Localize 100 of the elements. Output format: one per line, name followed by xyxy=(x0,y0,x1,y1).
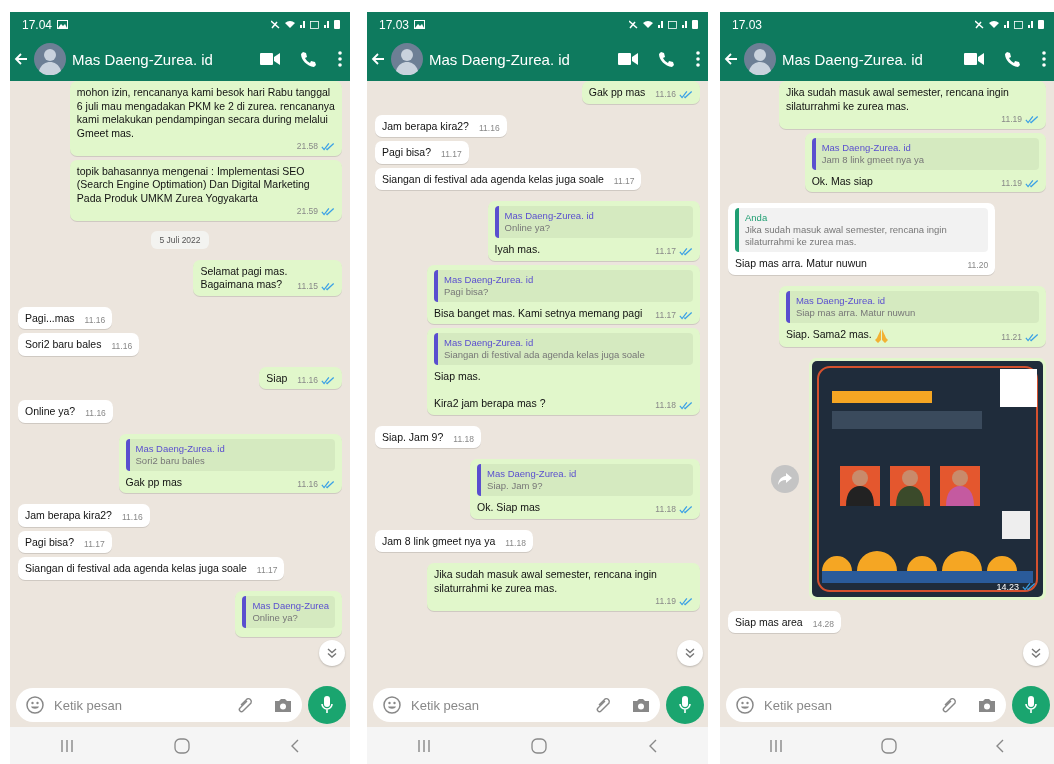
message-time: 11.16 xyxy=(655,88,676,101)
menu-icon[interactable] xyxy=(338,51,342,67)
message-time: 14.28 xyxy=(812,617,834,631)
phone-call-icon[interactable] xyxy=(300,51,316,67)
microphone-button[interactable] xyxy=(308,686,346,724)
quoted-message[interactable]: Mas Daeng-Zurea. id Sori2 baru bales xyxy=(125,438,335,471)
quoted-message[interactable]: Mas Daeng-Zurea. id Siap mas arra. Matur nuwun xyxy=(785,290,1039,323)
back-arrow-icon[interactable] xyxy=(724,52,738,66)
message-input[interactable]: Ketik pesan xyxy=(373,688,660,722)
battery-icon xyxy=(334,20,340,29)
wifi-icon xyxy=(285,21,295,28)
message-input[interactable]: Ketik pesan xyxy=(16,688,302,722)
message-text: Jam berapa kira2? xyxy=(382,119,469,133)
message-text: Siap mas. Kira2 jam berapa mas ? xyxy=(434,370,546,411)
avatar[interactable] xyxy=(34,43,66,75)
emoji-icon[interactable] xyxy=(736,696,754,714)
home-icon[interactable] xyxy=(881,737,897,754)
back-arrow-icon[interactable] xyxy=(14,52,28,66)
quoted-message[interactable]: Mas Daeng-Zurea. id Online ya? xyxy=(494,206,693,238)
wifi-icon xyxy=(643,21,653,28)
status-time: 17.03 xyxy=(379,17,410,32)
message-time: 11.17 xyxy=(655,245,676,258)
message-time: 11.18 xyxy=(505,536,526,550)
quoted-text: Jika sudah masuk awal semester, rencana ingin silaturrahmi ke zurea mas. xyxy=(745,224,948,248)
video-call-icon[interactable] xyxy=(964,53,984,65)
quoted-message[interactable]: Mas Daeng-Zurea. id Siap. Jam 9? xyxy=(477,464,693,496)
back-arrow-icon[interactable] xyxy=(371,52,385,66)
quoted-sender: Anda xyxy=(745,212,769,224)
emoji-icon[interactable] xyxy=(26,696,44,714)
quoted-text: Siangan di festival ada agenda kelas juga soale xyxy=(444,349,645,361)
paperclip-icon[interactable] xyxy=(940,696,958,714)
scroll-down-button[interactable] xyxy=(677,640,703,666)
contact-name[interactable]: Mas Daeng-Zurea. id xyxy=(429,50,612,68)
back-icon[interactable] xyxy=(290,738,300,753)
quoted-message[interactable]: Mas Daeng-Zurea. id Siangan di festival ada agenda kelas juga soale xyxy=(434,333,693,365)
emoji-icon[interactable] xyxy=(383,696,401,714)
signal-icon xyxy=(682,21,687,28)
message-time: 11.19 xyxy=(1001,176,1022,190)
message-time: 11.16 xyxy=(121,511,143,524)
message-text: Siap xyxy=(266,371,288,385)
message-time: 11.17 xyxy=(84,537,105,551)
recent-apps-icon[interactable] xyxy=(769,738,783,753)
message-time: 11.15 xyxy=(297,280,318,293)
scroll-down-button[interactable] xyxy=(319,640,345,666)
quoted-text: Siap. Jam 9? xyxy=(487,480,544,492)
camera-icon[interactable] xyxy=(632,697,650,713)
microphone-button[interactable] xyxy=(666,686,704,724)
back-icon[interactable] xyxy=(995,738,1005,753)
video-call-icon[interactable] xyxy=(618,53,638,65)
phone-call-icon[interactable] xyxy=(1004,51,1020,67)
quoted-text: Siap mas arra. Matur nuwun xyxy=(795,306,916,319)
microphone-button[interactable] xyxy=(1012,686,1050,724)
recent-apps-icon[interactable] xyxy=(60,738,74,753)
quoted-sender: Mas Daeng-Zurea. id xyxy=(135,442,225,455)
network-type-icon xyxy=(668,20,677,29)
message-time: 11.16 xyxy=(297,373,318,387)
menu-icon[interactable] xyxy=(696,51,700,67)
menu-icon[interactable] xyxy=(1042,51,1046,67)
paperclip-icon[interactable] xyxy=(594,696,612,714)
camera-icon[interactable] xyxy=(274,697,292,713)
message-time: 11.18 xyxy=(655,399,676,412)
quoted-message[interactable]: Mas Daeng-Zurea. id Jam 8 link gmeet nya ya xyxy=(811,137,1039,170)
contact-name[interactable]: Mas Daeng-Zurea. id xyxy=(72,50,254,68)
back-icon[interactable] xyxy=(647,738,658,753)
recent-apps-icon[interactable] xyxy=(417,738,432,753)
camera-icon[interactable] xyxy=(978,697,996,713)
home-icon[interactable] xyxy=(531,737,548,754)
chevrons-down-icon xyxy=(1030,647,1042,659)
share-arrow-icon xyxy=(778,472,792,485)
message-input[interactable]: Ketik pesan xyxy=(726,688,1006,722)
quoted-text: Sori2 baru bales xyxy=(135,454,206,467)
scroll-down-button[interactable] xyxy=(1023,640,1049,666)
message-time: 11.18 xyxy=(453,432,474,446)
quoted-text: Online ya? xyxy=(252,611,299,624)
quoted-sender: Mas Daeng-Zurea. id xyxy=(444,337,535,349)
message-time: 11.21 xyxy=(1001,331,1022,344)
message-text: Siap mas arra. Matur nuwun xyxy=(735,257,867,271)
signal-icon xyxy=(1028,21,1033,28)
message-text: Pagi...mas xyxy=(25,311,75,325)
avatar[interactable] xyxy=(391,43,423,75)
status-time: 17.03 xyxy=(732,17,763,32)
signal-icon xyxy=(1004,21,1009,28)
quoted-message[interactable]: Mas Daeng-Zurea. id Pagi bisa? xyxy=(434,269,693,302)
quoted-message[interactable]: Anda Jika sudah masuk awal semester, rencana ingin silaturrahmi ke zurea mas. xyxy=(735,208,989,252)
paperclip-icon[interactable] xyxy=(236,696,254,714)
video-call-icon[interactable] xyxy=(260,53,280,65)
message-text: Jika sudah masuk awal semester, rencana ingin silaturrahmi ke zurea mas. xyxy=(785,86,1010,113)
phone-call-icon[interactable] xyxy=(658,51,674,67)
quoted-sender: Mas Daeng-Zurea. id xyxy=(795,294,887,307)
avatar[interactable] xyxy=(744,43,776,75)
mute-icon xyxy=(629,20,638,29)
quoted-sender: Mas Daeng-Zurea. id xyxy=(487,468,577,480)
quoted-text: Jam 8 link gmeet nya ya xyxy=(821,153,925,166)
message-time: 11.16 xyxy=(85,407,106,420)
message-text: Ok. Siap mas xyxy=(477,501,541,515)
home-icon[interactable] xyxy=(174,737,190,754)
image-message[interactable]: 14.23 xyxy=(809,357,1046,600)
microphone-icon xyxy=(321,696,333,714)
contact-name[interactable]: Mas Daeng-Zurea. id xyxy=(782,50,958,68)
quoted-message[interactable]: Mas Daeng-Zurea Online ya? xyxy=(242,595,335,628)
